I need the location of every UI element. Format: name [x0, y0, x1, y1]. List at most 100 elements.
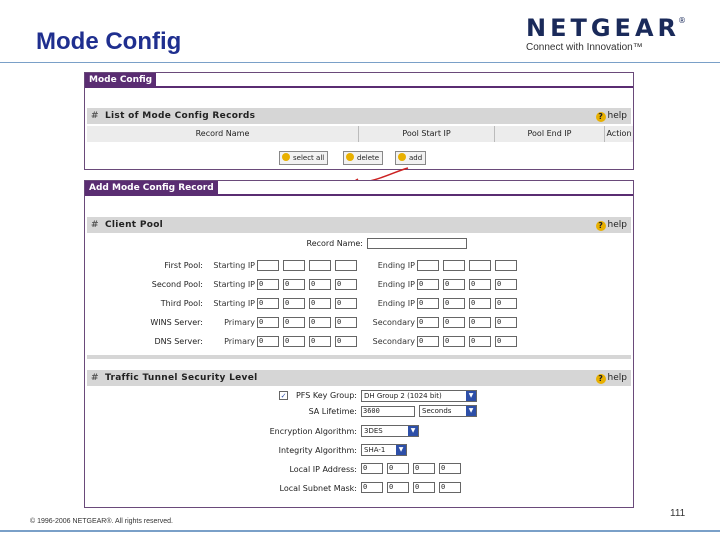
first-pool-right-octet-3[interactable]: [469, 260, 491, 271]
second-pool-left-octet-2[interactable]: 0: [283, 279, 305, 290]
dns-server-left-octet-2[interactable]: 0: [283, 336, 305, 347]
first-pool-left-octet-1[interactable]: [257, 260, 279, 271]
third-pool-right-octet-1[interactable]: 0: [417, 298, 439, 309]
dns-server-right-octet-1[interactable]: 0: [417, 336, 439, 347]
help-icon: ?: [595, 112, 606, 122]
integrity-select[interactable]: SHA-1 ▼: [361, 444, 407, 456]
pfs-key-group-value: DH Group 2 (1024 bit): [364, 392, 442, 400]
tab-mode-config[interactable]: Mode Config: [85, 73, 157, 87]
sa-lifetime-unit-select[interactable]: Seconds ▼: [419, 405, 477, 417]
local-mask-octet-3[interactable]: 0: [413, 482, 435, 493]
record-name-input[interactable]: [367, 238, 467, 249]
third-pool-left-octet-3[interactable]: 0: [309, 298, 331, 309]
dns-server-left-octet-3[interactable]: 0: [309, 336, 331, 347]
local-ip-label: Local IP Address:: [289, 465, 357, 474]
third-pool-right-octet-3[interactable]: 0: [469, 298, 491, 309]
header-rule: [0, 62, 720, 63]
select-all-icon: [282, 153, 290, 161]
help-label: help: [607, 220, 627, 230]
encryption-label: Encryption Algorithm:: [269, 427, 357, 436]
third-pool-right-sublabel: Ending IP: [377, 299, 415, 308]
third-pool-left-octet-1[interactable]: 0: [257, 298, 279, 309]
integrity-label: Integrity Algorithm:: [278, 446, 357, 455]
client-pool-help-link[interactable]: ? help: [595, 217, 627, 233]
sa-lifetime-input[interactable]: 3600: [361, 406, 415, 417]
local-ip-octet-3[interactable]: 0: [413, 463, 435, 474]
list-section-header: # List of Mode Config Records ? help: [87, 108, 631, 124]
logo-registered-mark: ®: [678, 16, 686, 25]
second-pool-left-octet-1[interactable]: 0: [257, 279, 279, 290]
first-pool-label: First Pool:: [164, 261, 203, 270]
local-mask-octet-1[interactable]: 0: [361, 482, 383, 493]
section-hash-icon: #: [91, 220, 99, 230]
col-record-name[interactable]: Record Name: [87, 126, 359, 142]
wins-server-left-octet-1[interactable]: 0: [257, 317, 279, 328]
wins-server-right-sublabel: Secondary: [372, 318, 415, 327]
pfs-key-group-select[interactable]: DH Group 2 (1024 bit) ▼: [361, 390, 477, 402]
third-pool-left-octet-2[interactable]: 0: [283, 298, 305, 309]
encryption-select[interactable]: 3DES ▼: [361, 425, 419, 437]
dns-server-left-octet-4[interactable]: 0: [335, 336, 357, 347]
col-pool-start-ip[interactable]: Pool Start IP: [359, 126, 495, 142]
tab-underline: [85, 194, 633, 196]
wins-server-left-octet-2[interactable]: 0: [283, 317, 305, 328]
first-pool-right-sublabel: Ending IP: [377, 261, 415, 270]
col-pool-end-ip[interactable]: Pool End IP: [495, 126, 605, 142]
first-pool-left-octet-3[interactable]: [309, 260, 331, 271]
third-pool-left-octet-4[interactable]: 0: [335, 298, 357, 309]
sa-lifetime-label: SA Lifetime:: [308, 407, 357, 416]
first-pool-right-octet-1[interactable]: [417, 260, 439, 271]
wins-server-right-octet-3[interactable]: 0: [469, 317, 491, 328]
dns-server-right-octet-3[interactable]: 0: [469, 336, 491, 347]
first-pool-left-octet-4[interactable]: [335, 260, 357, 271]
logo-wordmark: NETGEAR: [526, 14, 680, 42]
second-pool-right-sublabel: Ending IP: [377, 280, 415, 289]
local-mask-octet-4[interactable]: 0: [439, 482, 461, 493]
client-pool-header: # Client Pool ? help: [87, 217, 631, 233]
third-pool-left-sublabel: Starting IP: [213, 299, 255, 308]
dns-server-label: DNS Server:: [154, 337, 203, 346]
traffic-help-link[interactable]: ? help: [595, 370, 627, 386]
chevron-down-icon: ▼: [396, 445, 406, 455]
third-pool-right-octet-2[interactable]: 0: [443, 298, 465, 309]
wins-server-left-octet-4[interactable]: 0: [335, 317, 357, 328]
local-ip-octet-2[interactable]: 0: [387, 463, 409, 474]
select-all-button[interactable]: select all: [279, 151, 329, 165]
list-help-link[interactable]: ? help: [595, 108, 627, 124]
integrity-value: SHA-1: [364, 446, 386, 454]
local-mask-label: Local Subnet Mask:: [279, 484, 357, 493]
third-pool-right-octet-4[interactable]: 0: [495, 298, 517, 309]
list-section-title: List of Mode Config Records: [105, 111, 256, 121]
second-pool-right-octet-1[interactable]: 0: [417, 279, 439, 290]
first-pool-left-octet-2[interactable]: [283, 260, 305, 271]
col-action[interactable]: Action: [605, 126, 633, 142]
section-hash-icon: #: [91, 373, 99, 383]
second-pool-left-octet-3[interactable]: 0: [309, 279, 331, 290]
add-label: add: [409, 154, 423, 162]
second-pool-right-octet-3[interactable]: 0: [469, 279, 491, 290]
local-ip-octet-4[interactable]: 0: [439, 463, 461, 474]
wins-server-left-octet-3[interactable]: 0: [309, 317, 331, 328]
record-name-label: Record Name:: [306, 239, 363, 248]
dns-server-left-octet-1[interactable]: 0: [257, 336, 279, 347]
encryption-value: 3DES: [364, 427, 383, 435]
wins-server-right-octet-1[interactable]: 0: [417, 317, 439, 328]
help-icon: ?: [595, 221, 606, 231]
dns-server-right-octet-2[interactable]: 0: [443, 336, 465, 347]
first-pool-left-sublabel: Starting IP: [213, 261, 255, 270]
pfs-label: PFS Key Group:: [295, 391, 357, 400]
wins-server-right-octet-2[interactable]: 0: [443, 317, 465, 328]
dns-server-right-octet-4[interactable]: 0: [495, 336, 517, 347]
footer-rule: [0, 530, 720, 532]
second-pool-right-octet-4[interactable]: 0: [495, 279, 517, 290]
second-pool-left-octet-4[interactable]: 0: [335, 279, 357, 290]
wins-server-right-octet-4[interactable]: 0: [495, 317, 517, 328]
traffic-tunnel-header: # Traffic Tunnel Security Level ? help: [87, 370, 631, 386]
first-pool-right-octet-4[interactable]: [495, 260, 517, 271]
first-pool-right-octet-2[interactable]: [443, 260, 465, 271]
dns-server-left-sublabel: Primary: [224, 337, 255, 346]
tab-add-mode-config[interactable]: Add Mode Config Record: [85, 181, 218, 195]
local-ip-octet-1[interactable]: 0: [361, 463, 383, 474]
second-pool-right-octet-2[interactable]: 0: [443, 279, 465, 290]
local-mask-octet-2[interactable]: 0: [387, 482, 409, 493]
